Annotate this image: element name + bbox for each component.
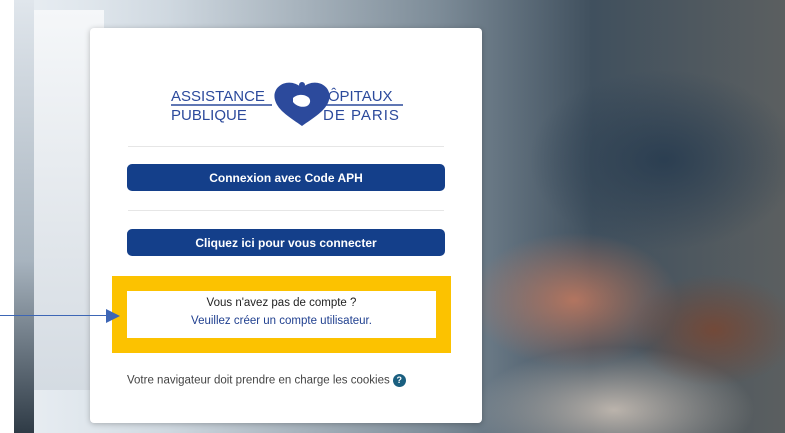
create-account-link[interactable]: Veuillez créer un compte utilisateur.: [127, 315, 436, 327]
annotation-arrow-head: [106, 309, 120, 323]
logo-text-de-paris: DE PARIS: [323, 107, 400, 124]
divider: [128, 146, 444, 147]
signup-panel: Vous n'avez pas de compte ? Veuillez cré…: [127, 291, 436, 338]
aphp-logo: ASSISTANCE PUBLIQUE HÔPITAUX DE PARIS: [171, 82, 403, 126]
cookies-notice-text: Votre navigateur doit prendre en charge …: [127, 374, 390, 387]
logo-text-publique: PUBLIQUE: [171, 107, 247, 124]
connect-button[interactable]: Cliquez ici pour vous connecter: [127, 229, 445, 256]
signup-question: Vous n'avez pas de compte ?: [206, 297, 357, 309]
logo-text-hopitaux: HÔPITAUX: [317, 88, 393, 105]
laptop-edge: [14, 0, 34, 433]
aph-login-button[interactable]: Connexion avec Code APH: [127, 164, 445, 191]
annotation-arrow-line: [0, 315, 108, 316]
question-circle-icon[interactable]: ?: [392, 374, 406, 387]
logo-text-assistance: ASSISTANCE: [171, 88, 265, 105]
divider: [128, 210, 444, 211]
cookies-notice: Votre navigateur doit prendre en charge …: [127, 374, 406, 387]
signup-highlight-box: Vous n'avez pas de compte ? Veuillez cré…: [112, 276, 451, 353]
